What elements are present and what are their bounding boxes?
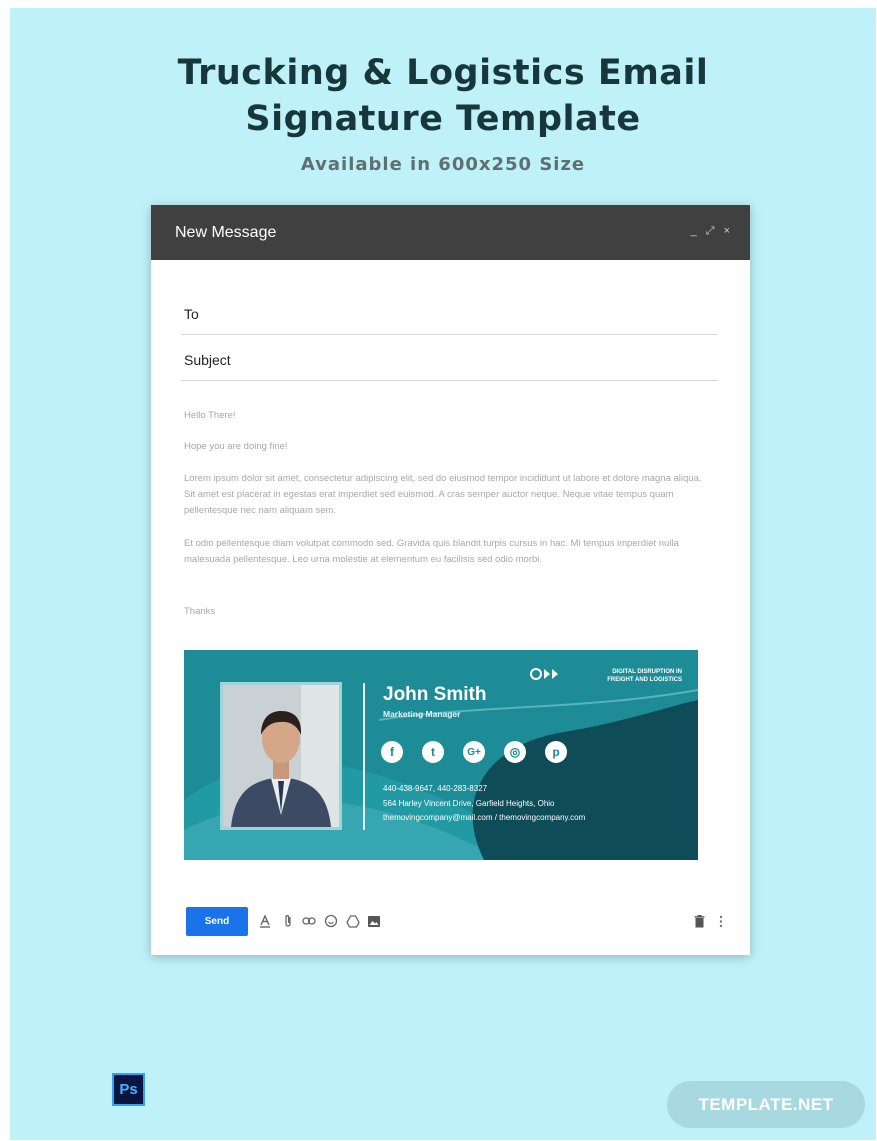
body-paragraph-2: Et odio pellentesque diam volutpat commo… — [184, 538, 679, 565]
closing-text: Thanks — [184, 606, 216, 617]
pinterest-icon[interactable]: p — [545, 741, 567, 763]
email-signature-banner: DIGITAL DISRUPTION IN FREIGHT AND LOGIST… — [184, 650, 698, 860]
page-subtitle: Available in 600x250 Size — [300, 154, 586, 175]
twitter-icon[interactable]: t — [422, 741, 444, 763]
template-net-logo[interactable]: TEMPLATE.NET — [667, 1081, 865, 1128]
delete-icon[interactable] — [691, 913, 707, 929]
social-icons: f t G+ ◎ p — [381, 741, 567, 763]
title-line-2: Signature Template — [245, 99, 641, 139]
format-text-icon[interactable] — [257, 913, 273, 929]
greeting-text: Hello There! — [184, 410, 236, 421]
signature-emails[interactable]: themovingcompany@mail.com / themovingcom… — [383, 811, 585, 826]
profile-photo-frame — [220, 682, 342, 830]
signature-divider — [363, 683, 365, 830]
more-options-icon[interactable] — [713, 913, 729, 929]
signature-role: Marketing Manager — [383, 709, 461, 719]
company-logo-icon — [530, 668, 558, 680]
minimize-icon[interactable]: _ — [691, 225, 697, 238]
signature-address: 564 Harley Vincent Drive, Garfield Heigh… — [383, 798, 555, 808]
subject-field[interactable]: Subject — [181, 335, 718, 381]
google-plus-icon[interactable]: G+ — [463, 741, 485, 763]
instagram-icon[interactable]: ◎ — [504, 741, 526, 763]
close-icon[interactable]: × — [724, 225, 730, 238]
subject-label: Subject — [184, 352, 231, 368]
drive-icon[interactable] — [345, 913, 361, 929]
signature-name: John Smith — [383, 684, 487, 705]
send-button[interactable]: Send — [186, 907, 248, 936]
window-controls: _ ⤢ × — [691, 225, 730, 238]
page-title: Trucking & Logistics Email Signature Tem… — [10, 50, 876, 142]
photo-icon[interactable] — [366, 913, 382, 929]
facebook-icon[interactable]: f — [381, 741, 403, 763]
page-canvas: Trucking & Logistics Email Signature Tem… — [10, 8, 876, 1140]
to-field[interactable]: To — [181, 289, 718, 335]
emoji-icon[interactable] — [323, 913, 339, 929]
expand-icon[interactable]: ⤢ — [706, 225, 715, 238]
signature-phone: 440-438-9647, 440-283-8327 — [383, 784, 488, 793]
profile-photo — [223, 685, 339, 827]
attach-icon[interactable] — [280, 913, 296, 929]
compose-window: New Message _ ⤢ × To Subject Hello There… — [151, 205, 750, 955]
compose-header: New Message _ ⤢ × — [151, 205, 750, 260]
body-line-2: Hope you are doing fine! — [184, 441, 288, 452]
signature-tagline: DIGITAL DISRUPTION IN FREIGHT AND LOGIST… — [607, 669, 682, 683]
signature-contact: 440-438-9647, 440-283-8327 564 Harley Vi… — [383, 782, 585, 826]
link-icon[interactable] — [301, 913, 317, 929]
compose-title: New Message — [175, 224, 277, 241]
photoshop-icon: Ps — [112, 1073, 145, 1106]
title-line-1: Trucking & Logistics Email — [177, 53, 709, 93]
to-label: To — [184, 306, 199, 322]
body-paragraph-1: Lorem ipsum dolor sit amet, consectetur … — [184, 473, 702, 516]
